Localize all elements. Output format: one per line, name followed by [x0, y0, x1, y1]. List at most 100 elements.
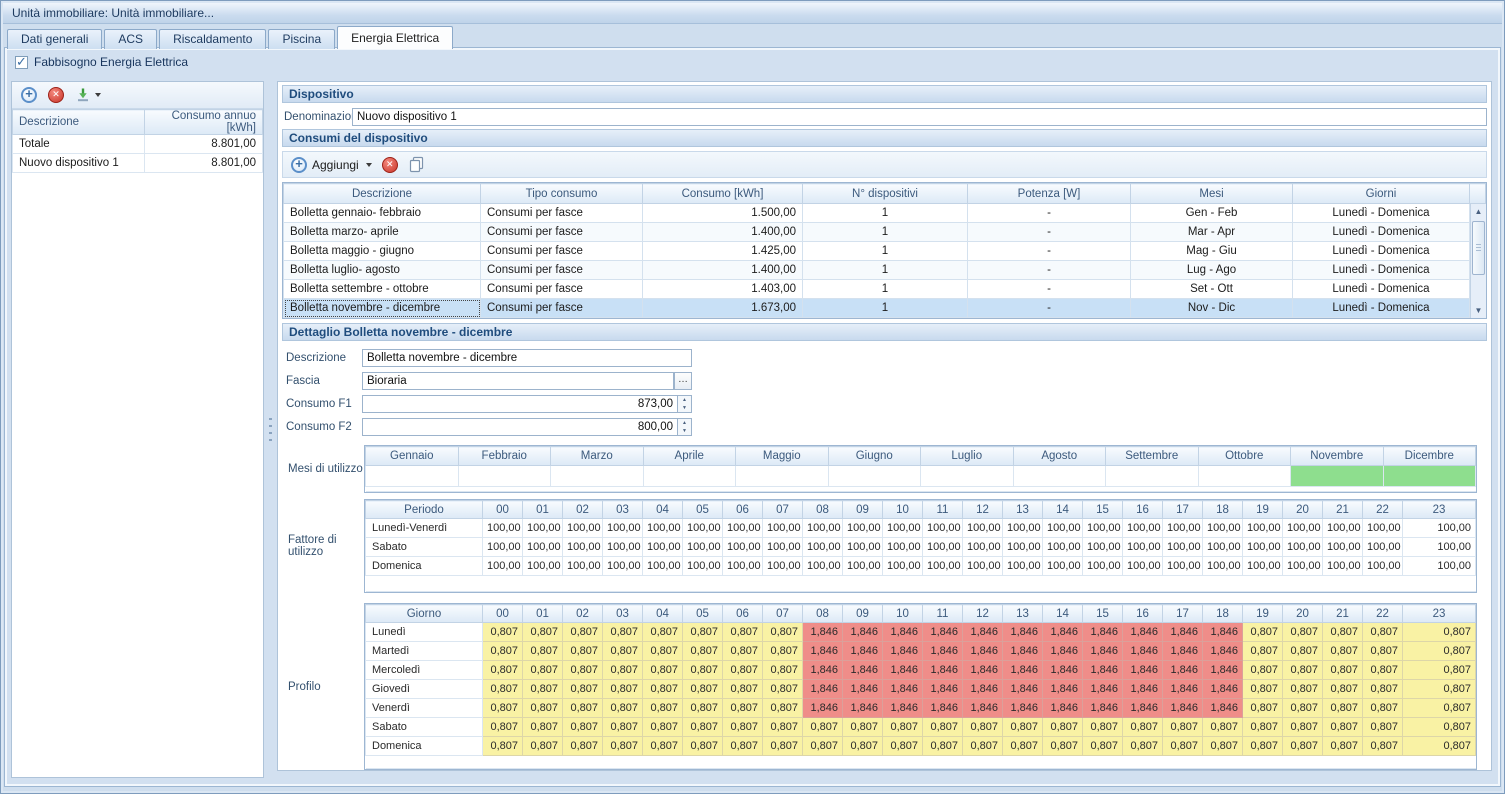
value-cell[interactable]: 0,807: [1123, 737, 1163, 756]
value-cell[interactable]: 0,807: [643, 737, 683, 756]
delete-device-icon[interactable]: [48, 87, 64, 103]
value-cell[interactable]: 100,00: [1003, 557, 1043, 576]
cell[interactable]: 1: [803, 299, 968, 318]
cell[interactable]: 1: [803, 204, 968, 223]
value-cell[interactable]: 100,00: [963, 519, 1003, 538]
cell[interactable]: -: [968, 280, 1131, 299]
value-cell[interactable]: 0,807: [643, 680, 683, 699]
month-cell-novembre[interactable]: [1291, 466, 1384, 487]
value-cell[interactable]: 100,00: [1283, 557, 1323, 576]
value-cell[interactable]: 0,807: [1323, 642, 1363, 661]
value-cell[interactable]: 0,807: [723, 642, 763, 661]
value-cell[interactable]: 0,807: [1043, 718, 1083, 737]
consumo-f2-spinner[interactable]: ▲▼: [678, 418, 692, 436]
value-cell[interactable]: 1,846: [923, 623, 963, 642]
month-cell-luglio[interactable]: [921, 466, 1014, 487]
value-cell[interactable]: 100,00: [1083, 557, 1123, 576]
value-cell[interactable]: 0,807: [963, 718, 1003, 737]
value-cell[interactable]: 100,00: [1283, 538, 1323, 557]
value-cell[interactable]: 100,00: [643, 538, 683, 557]
value-cell[interactable]: 1,846: [1163, 680, 1203, 699]
value-cell[interactable]: 0,807: [683, 680, 723, 699]
value-cell[interactable]: 0,807: [683, 623, 723, 642]
value-cell[interactable]: 1,846: [803, 661, 843, 680]
cell[interactable]: -: [968, 261, 1131, 280]
value-cell[interactable]: 1,846: [803, 642, 843, 661]
value-cell[interactable]: 100,00: [1163, 519, 1203, 538]
fabbisogno-checkbox-row[interactable]: Fabbisogno Energia Elettrica: [15, 55, 188, 69]
month-cell-febbraio[interactable]: [458, 466, 551, 487]
value-cell[interactable]: 100,00: [1323, 557, 1363, 576]
value-cell[interactable]: 100,00: [483, 557, 523, 576]
value-cell[interactable]: 0,807: [723, 680, 763, 699]
value-cell[interactable]: 1,846: [843, 699, 883, 718]
cell[interactable]: 1.500,00: [643, 204, 803, 223]
value-cell[interactable]: 1,846: [803, 699, 843, 718]
value-cell[interactable]: 0,807: [643, 699, 683, 718]
value-cell[interactable]: 0,807: [923, 737, 963, 756]
value-cell[interactable]: 0,807: [1403, 661, 1476, 680]
value-cell[interactable]: 0,807: [483, 680, 523, 699]
value-cell[interactable]: 0,807: [723, 718, 763, 737]
cell[interactable]: Bolletta marzo- aprile: [284, 223, 481, 242]
cell[interactable]: Lunedì - Domenica: [1293, 242, 1470, 261]
value-cell[interactable]: 100,00: [883, 538, 923, 557]
value-cell[interactable]: 100,00: [1163, 557, 1203, 576]
value-cell[interactable]: 0,807: [523, 737, 563, 756]
cell[interactable]: Lunedì - Domenica: [1293, 204, 1470, 223]
value-cell[interactable]: 100,00: [603, 538, 643, 557]
value-cell[interactable]: 0,807: [603, 737, 643, 756]
value-cell[interactable]: 100,00: [763, 519, 803, 538]
column-header[interactable]: Tipo consumo: [481, 184, 643, 204]
value-cell[interactable]: 100,00: [1123, 557, 1163, 576]
value-cell[interactable]: 0,807: [763, 680, 803, 699]
value-cell[interactable]: 1,846: [1003, 680, 1043, 699]
value-cell[interactable]: 0,807: [683, 699, 723, 718]
value-cell[interactable]: 100,00: [923, 557, 963, 576]
value-cell[interactable]: 0,807: [803, 737, 843, 756]
consumo-row[interactable]: Bolletta novembre - dicembreConsumi per …: [284, 299, 1486, 318]
value-cell[interactable]: 100,00: [1163, 538, 1203, 557]
value-cell[interactable]: 100,00: [683, 538, 723, 557]
value-cell[interactable]: 0,807: [1163, 718, 1203, 737]
value-cell[interactable]: 100,00: [643, 557, 683, 576]
value-cell[interactable]: 1,846: [1043, 661, 1083, 680]
value-cell[interactable]: 1,846: [883, 642, 923, 661]
value-cell[interactable]: 1,846: [963, 623, 1003, 642]
value-cell[interactable]: 0,807: [683, 642, 723, 661]
value-cell[interactable]: 0,807: [603, 699, 643, 718]
checkbox-icon[interactable]: [15, 56, 28, 69]
value-cell[interactable]: 0,807: [803, 718, 843, 737]
value-cell[interactable]: 0,807: [763, 699, 803, 718]
value-cell[interactable]: 1,846: [1003, 661, 1043, 680]
value-cell[interactable]: 1,846: [1163, 661, 1203, 680]
value-cell[interactable]: 100,00: [603, 519, 643, 538]
month-cell-ottobre[interactable]: [1198, 466, 1291, 487]
value-cell[interactable]: 1,846: [1003, 623, 1043, 642]
value-cell[interactable]: 100,00: [1203, 519, 1243, 538]
value-cell[interactable]: 100,00: [1043, 557, 1083, 576]
value-cell[interactable]: 1,846: [883, 680, 923, 699]
value-cell[interactable]: 0,807: [1363, 680, 1403, 699]
cell[interactable]: 1.425,00: [643, 242, 803, 261]
value-cell[interactable]: 100,00: [1323, 519, 1363, 538]
value-cell[interactable]: 0,807: [643, 623, 683, 642]
cell[interactable]: -: [968, 204, 1131, 223]
value-cell[interactable]: 0,807: [1243, 623, 1283, 642]
cell[interactable]: Lunedì - Domenica: [1293, 299, 1470, 318]
value-cell[interactable]: 100,00: [1003, 538, 1043, 557]
value-cell[interactable]: 100,00: [683, 557, 723, 576]
value-cell[interactable]: 0,807: [483, 699, 523, 718]
value-cell[interactable]: 0,807: [643, 661, 683, 680]
cell[interactable]: Consumi per fasce: [481, 204, 643, 223]
value-cell[interactable]: 1,846: [803, 680, 843, 699]
value-cell[interactable]: 100,00: [523, 519, 563, 538]
cell[interactable]: Lunedì - Domenica: [1293, 280, 1470, 299]
value-cell[interactable]: 0,807: [643, 718, 683, 737]
consumo-row[interactable]: Bolletta gennaio- febbraioConsumi per fa…: [284, 204, 1486, 223]
value-cell[interactable]: 1,846: [1083, 623, 1123, 642]
value-cell[interactable]: 0,807: [483, 661, 523, 680]
value-cell[interactable]: 100,00: [923, 538, 963, 557]
value-cell[interactable]: 100,00: [1043, 538, 1083, 557]
value-cell[interactable]: 0,807: [763, 623, 803, 642]
